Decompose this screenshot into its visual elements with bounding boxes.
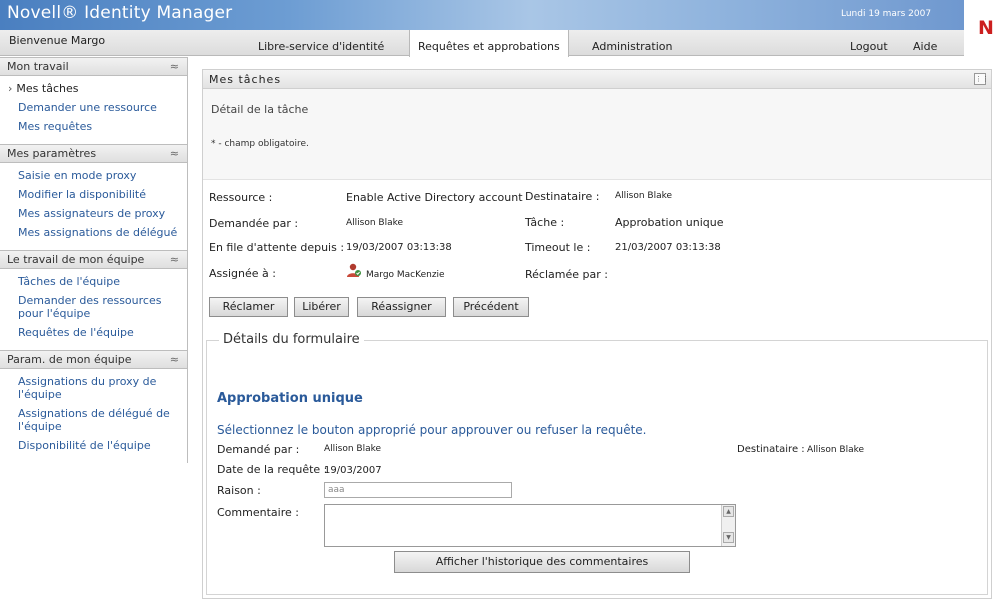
sidebar-group-title: Mon travail [7,60,69,73]
task-detail-heading: Détail de la tâche [211,103,309,116]
sidebar-group-my-work[interactable]: Mon travail ≈ [0,57,188,76]
claim-button[interactable]: Réclamer [209,297,288,317]
sidebar-group-title: Param. de mon équipe [7,353,132,366]
queued-label: En file d'attente depuis : [209,241,345,254]
show-comment-history-button[interactable]: Afficher l'historique des commentaires [394,551,690,573]
form-instructions: Sélectionnez le bouton approprié pour ap… [217,423,647,437]
resource-value: Enable Active Directory account [346,191,523,204]
scroll-down-icon[interactable]: ▼ [723,532,734,543]
sidebar-item-delegate-assignments[interactable]: Mes assignations de délégué [0,223,187,242]
request-date-value: 19/03/2007 [324,465,382,476]
timeout-label: Timeout le : [525,241,591,254]
form-recipient-value: Allison Blake [807,445,865,455]
sidebar-item-edit-availability[interactable]: Modifier la disponibilité [0,185,187,204]
sidebar-group-my-settings[interactable]: Mes paramètres ≈ [0,144,188,163]
sidebar-item-team-requests[interactable]: Requêtes de l'équipe [0,323,187,342]
scroll-up-icon[interactable]: ▲ [723,506,734,517]
collapse-icon[interactable]: ≈ [170,58,179,76]
request-date-label: Date de la requête : [217,463,328,476]
task-value: Approbation unique [615,216,724,229]
sidebar-group-title: Le travail de mon équipe [7,253,145,266]
task-label: Tâche : [525,216,565,229]
form-requested-by-label: Demandé par : [217,443,300,456]
comment-scrollbar[interactable]: ▲ ▼ [721,505,735,546]
comment-textarea[interactable]: ▲ ▼ [324,504,736,547]
sidebar-item-request-resource[interactable]: Demander une ressource [0,98,187,117]
tab-requests-approvals[interactable]: Requêtes et approbations [409,30,569,57]
reason-label: Raison : [217,484,261,497]
requested-by-label: Demandée par : [209,217,299,230]
sidebar-item-team-availability[interactable]: Disponibilité de l'équipe [0,436,187,455]
help-link[interactable]: Aide [913,30,937,64]
tab-administration[interactable]: Administration [592,30,673,56]
sidebar-item-my-requests[interactable]: Mes requêtes [0,117,187,136]
header-date: Lundi 19 mars 2007 [841,9,932,19]
nav-bar: Bienvenue Margo Libre-service d'identité… [0,30,964,57]
novell-logo: N [964,0,1005,56]
collapse-icon[interactable]: ≈ [170,351,179,369]
timeout-value: 21/03/2007 03:13:38 [615,242,721,253]
sidebar-item-my-tasks[interactable]: Mes tâches [0,79,187,98]
resource-label: Ressource : [209,191,273,204]
sidebar: Mon travail ≈ Mes tâches Demander une re… [0,57,188,463]
user-icon [346,262,362,281]
app-title: Novell® Identity Manager [7,3,233,23]
form-details-legend: Détails du formulaire [219,332,364,347]
form-details-fieldset: Détails du formulaire Approbation unique… [206,332,988,595]
sidebar-group-team-settings[interactable]: Param. de mon équipe ≈ [0,350,188,369]
form-title: Approbation unique [217,391,363,406]
welcome-text: Bienvenue Margo [9,34,106,47]
header-bar: Novell® Identity Manager Lundi 19 mars 2… [0,0,964,30]
my-tasks-panel: Mes tâches ⋮⋮ Détail de la tâche * - cha… [202,69,992,599]
assigned-value: Margo MacKenzie [366,270,445,280]
sidebar-item-team-tasks[interactable]: Tâches de l'équipe [0,272,187,291]
tab-identity-self-service[interactable]: Libre-service d'identité [258,30,384,56]
reassign-button[interactable]: Réassigner [357,297,446,317]
panel-menu-icon[interactable]: ⋮⋮ [974,73,989,85]
claimed-label: Réclamée par : [525,268,608,281]
required-field-note: * - champ obligatoire. [211,139,309,149]
form-requested-by-value: Allison Blake [324,444,382,454]
panel-header: Mes tâches ⋮⋮ [203,70,991,89]
previous-button[interactable]: Précédent [453,297,529,317]
sidebar-group-title: Mes paramètres [7,147,97,160]
sidebar-item-proxy-assigners[interactable]: Mes assignateurs de proxy [0,204,187,223]
assigned-label: Assignée à : [209,267,276,280]
collapse-icon[interactable]: ≈ [170,145,179,163]
task-detail-header: Détail de la tâche * - champ obligatoire… [203,89,991,180]
logout-link[interactable]: Logout [850,30,888,64]
sidebar-item-team-proxy-assignments[interactable]: Assignations du proxy de l'équipe [0,372,187,404]
sidebar-item-request-team-resources[interactable]: Demander des ressources pour l'équipe [0,291,187,323]
panel-title: Mes tâches [209,73,282,86]
form-recipient-label: Destinataire : [737,444,805,455]
collapse-icon[interactable]: ≈ [170,251,179,269]
queued-value: 19/03/2007 03:13:38 [346,242,452,253]
recipient-label: Destinataire : [525,190,600,203]
reason-field[interactable] [324,482,512,498]
recipient-value: Allison Blake [615,191,673,201]
comment-label: Commentaire : [217,506,299,519]
release-button[interactable]: Libérer [294,297,349,317]
novell-n-icon: N [978,17,994,39]
sidebar-group-team-work[interactable]: Le travail de mon équipe ≈ [0,250,188,269]
requested-by-value: Allison Blake [346,218,404,228]
sidebar-item-team-delegate-assignments[interactable]: Assignations de délégué de l'équipe [0,404,187,436]
sidebar-item-proxy-mode[interactable]: Saisie en mode proxy [0,166,187,185]
